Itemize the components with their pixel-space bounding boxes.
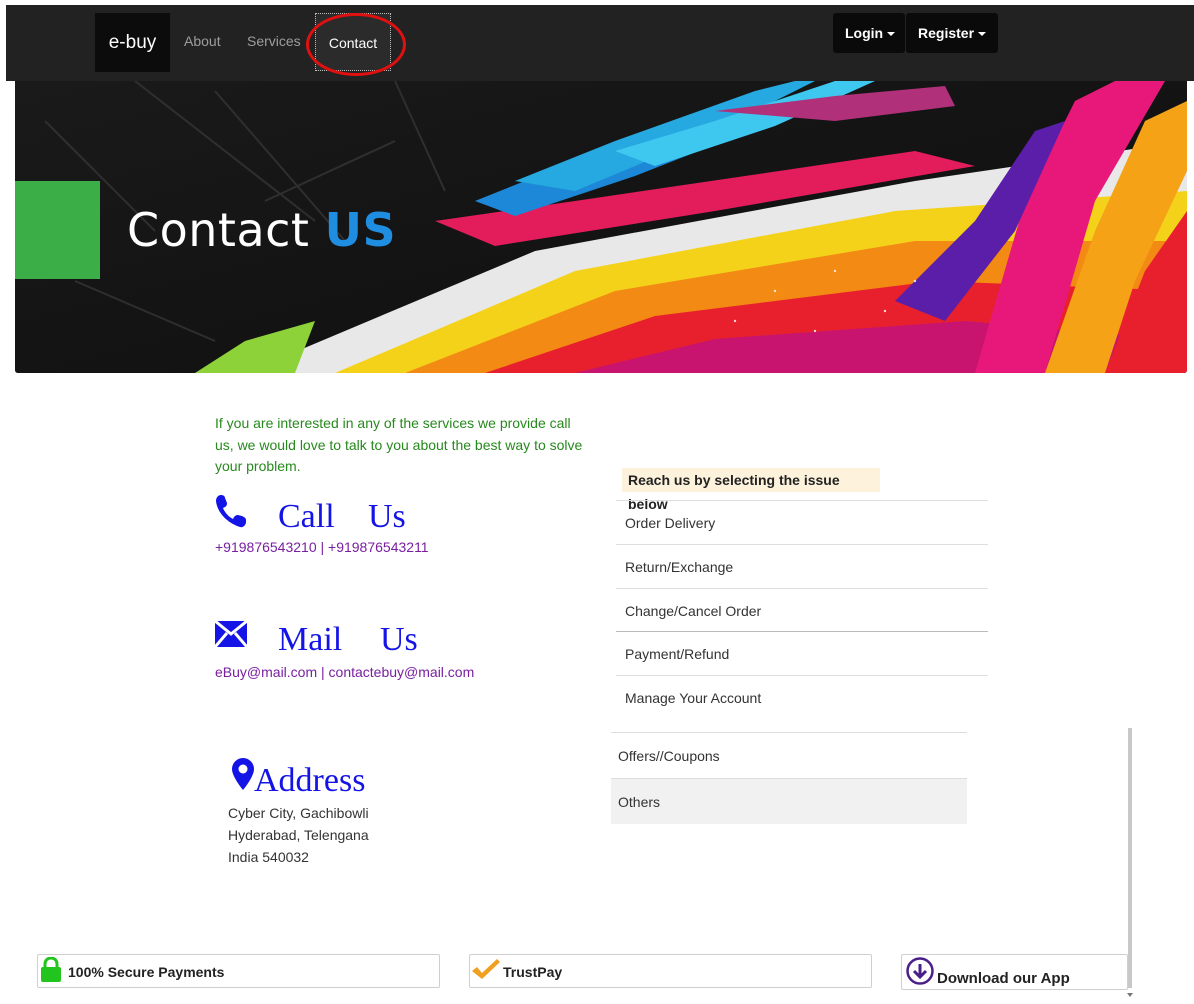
issue-item-offers-coupons[interactable]: Offers//Coupons xyxy=(611,732,967,778)
caret-down-icon xyxy=(978,32,987,37)
login-label: Login xyxy=(845,25,884,41)
trustpay-label: TrustPay xyxy=(503,964,563,980)
phone-icon xyxy=(216,495,246,528)
banner-title-us: US xyxy=(324,203,397,257)
intro-text: If you are interested in any of the serv… xyxy=(215,415,583,474)
issue-item-change-cancel-order[interactable]: Change/Cancel Order xyxy=(616,588,988,632)
issue-item-others[interactable]: Others xyxy=(611,778,967,824)
download-circle-icon xyxy=(906,957,934,985)
nav-link-about[interactable]: About xyxy=(184,33,221,49)
mail-word: Mail xyxy=(278,621,343,658)
caret-down-icon xyxy=(887,32,896,37)
download-app-label: Download our App xyxy=(937,970,1070,987)
address-word: Address xyxy=(254,762,366,799)
scroll-down-arrow-icon[interactable] xyxy=(1127,993,1133,997)
scrollbar[interactable] xyxy=(1128,728,1132,988)
email-addresses[interactable]: eBuy@mail.com | contactebuy@mail.com xyxy=(215,664,474,680)
address-line-2: Hyderabad, Telengana xyxy=(228,827,369,843)
issue-item-manage-account[interactable]: Manage Your Account xyxy=(616,675,988,709)
address-line-1: Cyber City, Gachibowli xyxy=(228,805,369,821)
phone-numbers[interactable]: +919876543210 | +919876543211 xyxy=(215,539,429,555)
issue-item-return-exchange[interactable]: Return/Exchange xyxy=(616,544,988,588)
address-lines: Cyber City, Gachibowli Hyderabad, Teleng… xyxy=(228,802,369,868)
checkmark-icon xyxy=(472,959,500,979)
register-label: Register xyxy=(918,25,975,41)
nav-link-contact[interactable]: Contact xyxy=(315,13,391,71)
envelope-icon xyxy=(215,621,247,647)
us-word: Us xyxy=(368,498,406,535)
call-word: Call xyxy=(278,498,335,535)
secure-payments-label: 100% Secure Payments xyxy=(68,964,225,980)
map-marker-icon xyxy=(232,758,254,790)
address-line-3: India 540032 xyxy=(228,849,309,865)
brand-logo[interactable]: e-buy xyxy=(95,13,170,72)
trustpay-badge: TrustPay xyxy=(469,954,872,988)
lock-icon xyxy=(41,957,61,982)
banner-title-contact: Contact xyxy=(127,203,310,257)
issue-list-heading: Reach us by selecting the issue below xyxy=(622,468,880,512)
us-word: Us xyxy=(380,621,418,658)
banner-title: Contact US xyxy=(127,203,396,257)
navbar: e-buy About Services Contact Login Regis… xyxy=(6,5,1194,81)
nav-link-services[interactable]: Services xyxy=(247,33,301,49)
issue-item-order-delivery[interactable]: Order Delivery xyxy=(616,500,988,544)
login-dropdown-button[interactable]: Login xyxy=(833,13,905,53)
download-app-badge[interactable]: Download our App xyxy=(901,954,1128,990)
secure-payments-badge: 100% Secure Payments xyxy=(37,954,440,988)
banner-green-block xyxy=(15,181,100,279)
hero-banner: Contact US xyxy=(15,81,1187,373)
issue-item-payment-refund[interactable]: Payment/Refund xyxy=(616,631,988,675)
register-dropdown-button[interactable]: Register xyxy=(906,13,998,53)
